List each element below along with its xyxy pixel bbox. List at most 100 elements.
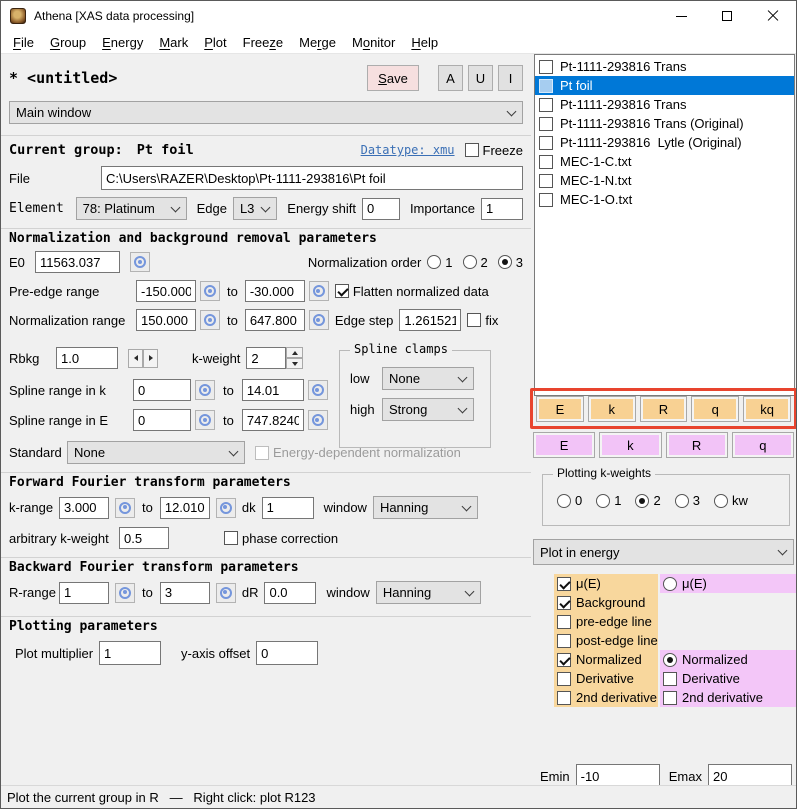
mark-invert-button[interactable]: I bbox=[498, 65, 523, 91]
plot-multiplier-input[interactable] bbox=[99, 641, 161, 665]
kweight-stepper[interactable] bbox=[286, 347, 303, 369]
group-mark-checkbox[interactable] bbox=[539, 155, 553, 169]
pin-icon-krange-from[interactable] bbox=[115, 498, 135, 518]
rbkg-stepper[interactable] bbox=[128, 349, 158, 368]
plot-k-button[interactable]: k bbox=[588, 396, 636, 422]
plot-marked-k-button[interactable]: k bbox=[599, 432, 661, 458]
pin-icon-e0[interactable] bbox=[130, 252, 150, 272]
krange-from-input[interactable] bbox=[59, 497, 109, 519]
fft-window-select[interactable]: Hanning bbox=[373, 496, 478, 519]
clamp-low-select[interactable]: None bbox=[382, 367, 474, 390]
edge-select[interactable]: L3 bbox=[233, 197, 277, 220]
mark-all-button[interactable]: A bbox=[438, 65, 463, 91]
pin-icon-spline-e-from[interactable] bbox=[195, 410, 215, 430]
pin-icon-rrange-to[interactable] bbox=[216, 583, 236, 603]
menu-mark[interactable]: Mark bbox=[151, 33, 196, 52]
norm-range-to-input[interactable] bbox=[245, 309, 305, 331]
pin-icon-spline-e-to[interactable] bbox=[308, 410, 328, 430]
rbkg-input[interactable] bbox=[56, 347, 118, 369]
pin-icon-spline-k-to[interactable] bbox=[308, 380, 328, 400]
rrange-from-input[interactable] bbox=[59, 582, 109, 604]
pin-icon-preedge-from[interactable] bbox=[200, 281, 220, 301]
e0-input[interactable] bbox=[35, 251, 120, 273]
plot-option-background[interactable]: Background bbox=[554, 593, 658, 612]
group-mark-checkbox[interactable] bbox=[539, 193, 553, 207]
norm-range-from-input[interactable] bbox=[136, 309, 196, 331]
kweight-input[interactable] bbox=[246, 347, 286, 369]
menu-monitor[interactable]: Monitor bbox=[344, 33, 403, 52]
norm-order-radio-3[interactable] bbox=[498, 255, 512, 269]
group-mark-checkbox[interactable] bbox=[539, 98, 553, 112]
plot-option-normalized[interactable]: Normalized bbox=[554, 650, 658, 669]
spline-k-from-input[interactable] bbox=[133, 379, 191, 401]
mark-none-button[interactable]: U bbox=[468, 65, 493, 91]
plot-marked-r-button[interactable]: R bbox=[666, 432, 728, 458]
menu-plot[interactable]: Plot bbox=[196, 33, 234, 52]
plot-option-marked-mu[interactable]: μ(E) bbox=[660, 574, 796, 593]
norm-order-radio-2[interactable] bbox=[463, 255, 477, 269]
spline-e-from-input[interactable] bbox=[133, 409, 191, 431]
plot-space-select[interactable]: Plot in energy bbox=[533, 539, 794, 565]
pin-icon-spline-k-from[interactable] bbox=[195, 380, 215, 400]
fix-checkbox[interactable] bbox=[467, 313, 481, 327]
plot-option-mu[interactable]: μ(E) bbox=[554, 574, 658, 593]
pin-icon-preedge-to[interactable] bbox=[309, 281, 329, 301]
pin-icon-rrange-from[interactable] bbox=[115, 583, 135, 603]
menu-freeze[interactable]: Freeze bbox=[235, 33, 291, 52]
dk-input[interactable] bbox=[262, 497, 314, 519]
arrow-down-icon[interactable] bbox=[286, 358, 303, 369]
list-item[interactable]: MEC-1-N.txt bbox=[535, 171, 794, 190]
datatype-link[interactable]: Datatype: xmu bbox=[361, 143, 455, 157]
group-mark-checkbox[interactable] bbox=[539, 60, 553, 74]
energy-dep-checkbox[interactable] bbox=[255, 446, 269, 460]
save-button[interactable]: Save bbox=[367, 65, 419, 91]
plot-option-postedge-line[interactable]: post-edge line bbox=[554, 631, 658, 650]
list-item[interactable]: Pt-1111-293816 Trans (Original) bbox=[535, 114, 794, 133]
bft-window-select[interactable]: Hanning bbox=[376, 581, 481, 604]
plot-option-marked-derivative[interactable]: Derivative bbox=[660, 669, 796, 688]
spline-e-to-input[interactable] bbox=[242, 409, 304, 431]
pin-icon-norm-from[interactable] bbox=[200, 310, 220, 330]
freeze-checkbox[interactable] bbox=[465, 143, 479, 157]
importance-input[interactable] bbox=[481, 198, 523, 220]
menu-merge[interactable]: Merge bbox=[291, 33, 344, 52]
arrow-left-icon[interactable] bbox=[128, 349, 143, 368]
flatten-checkbox[interactable] bbox=[335, 284, 349, 298]
plot-q-button[interactable]: q bbox=[691, 396, 739, 422]
kweight-option-0[interactable]: 0 bbox=[557, 493, 582, 508]
preedge-from-input[interactable] bbox=[136, 280, 196, 302]
dr-input[interactable] bbox=[264, 582, 316, 604]
norm-order-radio-1[interactable] bbox=[427, 255, 441, 269]
group-mark-checkbox[interactable] bbox=[539, 79, 553, 93]
group-mark-checkbox[interactable] bbox=[539, 117, 553, 131]
plot-marked-e-button[interactable]: E bbox=[533, 432, 595, 458]
preedge-to-input[interactable] bbox=[245, 280, 305, 302]
file-path-input[interactable] bbox=[101, 166, 523, 190]
close-button[interactable] bbox=[750, 1, 796, 31]
list-item[interactable]: Pt-1111-293816 Trans bbox=[535, 57, 794, 76]
phase-correction-checkbox[interactable] bbox=[224, 531, 238, 545]
kweight-option-kw[interactable]: kw bbox=[714, 493, 748, 508]
edge-step-input[interactable] bbox=[399, 309, 461, 331]
energy-shift-input[interactable] bbox=[362, 198, 400, 220]
list-item[interactable]: Pt-1111-293816 Lytle (Original) bbox=[535, 133, 794, 152]
menu-help[interactable]: Help bbox=[403, 33, 446, 52]
list-item[interactable]: Pt-1111-293816 Trans bbox=[535, 95, 794, 114]
plot-option-marked-normalized[interactable]: Normalized bbox=[660, 650, 796, 669]
main-window-select[interactable]: Main window bbox=[9, 101, 523, 124]
kweight-option-1[interactable]: 1 bbox=[596, 493, 621, 508]
plot-option-marked-2nd-derivative[interactable]: 2nd derivative bbox=[660, 688, 796, 707]
list-item[interactable]: MEC-1-C.txt bbox=[535, 152, 794, 171]
pin-icon-norm-to[interactable] bbox=[309, 310, 329, 330]
plot-kq-button[interactable]: kq bbox=[743, 396, 791, 422]
plot-e-button[interactable]: E bbox=[536, 396, 584, 422]
arrow-right-icon[interactable] bbox=[143, 349, 158, 368]
plot-r-button[interactable]: R bbox=[640, 396, 688, 422]
group-mark-checkbox[interactable] bbox=[539, 136, 553, 150]
list-item-selected[interactable]: Pt foil bbox=[535, 76, 794, 95]
krange-to-input[interactable] bbox=[160, 497, 210, 519]
list-item[interactable]: MEC-1-O.txt bbox=[535, 190, 794, 209]
yaxis-offset-input[interactable] bbox=[256, 641, 318, 665]
arb-kweight-input[interactable] bbox=[119, 527, 169, 549]
standard-select[interactable]: None bbox=[67, 441, 245, 464]
